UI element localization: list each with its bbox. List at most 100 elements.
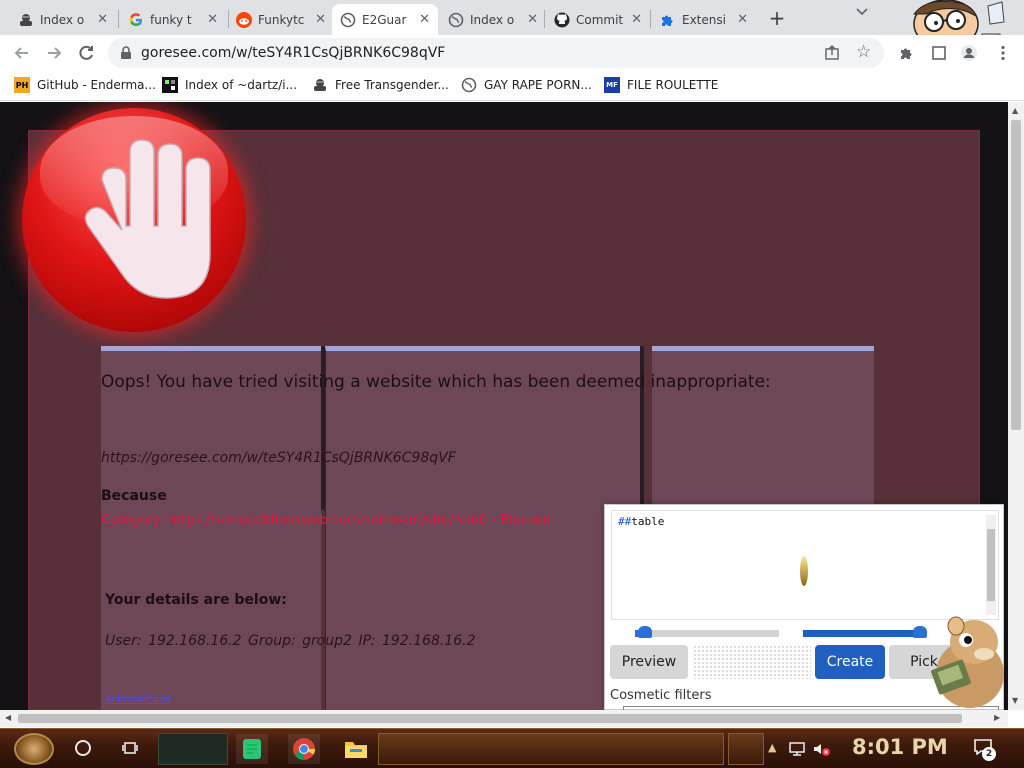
bookmarks-bar: PH GitHub - Enderma... Index of ~dartz/i… [0, 71, 1024, 101]
file-explorer-icon[interactable] [340, 734, 372, 764]
close-tab-icon[interactable]: ✕ [737, 12, 748, 27]
create-button[interactable]: Create [815, 645, 885, 679]
because-label: Because [101, 488, 167, 504]
tab-label: E2Guar [362, 12, 407, 27]
pixel-icon [162, 77, 178, 93]
stop-hand-icon [22, 108, 246, 332]
tab-label: funky t [150, 12, 192, 27]
bookmark-github[interactable]: PH GitHub - Enderma... [14, 77, 156, 93]
mf-icon: MF [604, 77, 620, 93]
scroll-right-icon[interactable]: ▶ [994, 713, 1000, 722]
specificity-slider[interactable] [803, 630, 925, 637]
pin-cursor-icon [800, 556, 808, 586]
preview-button[interactable]: Preview [610, 645, 688, 679]
scroll-left-icon[interactable]: ◀ [5, 713, 11, 722]
dotted-spacer [693, 645, 811, 679]
tab-funkytc[interactable]: Funkytc ✕ [228, 4, 334, 35]
share-icon[interactable] [824, 45, 840, 65]
tab-strip: Index o ✕ funky t ✕ Funkytc ✕ E2Guar ✕ I… [0, 0, 1024, 35]
bookmark-star-icon[interactable]: ☆ [856, 42, 871, 62]
acknowledge-link[interactable]: Acknowledge [105, 694, 171, 705]
bookmark-file-roulette[interactable]: MF FILE ROULETTE [604, 77, 718, 93]
message-card-2 [325, 346, 640, 710]
cosmetic-filters-label: Cosmetic filters [610, 688, 712, 703]
browser-toolbar: goresee.com/w/teSY4R1CsQjBRNK6C98qVF ☆ [0, 35, 1024, 71]
lock-icon[interactable] [120, 46, 132, 64]
task-view-icon[interactable] [122, 741, 138, 755]
windows-taskbar: ▲ 8:01 PM 2 [0, 728, 1024, 768]
close-tab-icon[interactable]: ✕ [97, 12, 108, 27]
scroll-down-icon[interactable]: ▼ [1012, 696, 1018, 705]
bookmark-label: GitHub - Enderma... [37, 78, 156, 92]
bookmark-index-dartz[interactable]: Index of ~dartz/i... [162, 77, 297, 93]
tab-label: Index o [40, 12, 85, 27]
vertical-scroll-thumb[interactable] [1011, 120, 1021, 430]
start-button[interactable] [14, 733, 54, 765]
new-tab-icon[interactable]: + [766, 6, 788, 30]
tab-index-of[interactable]: Index o ✕ [10, 4, 116, 35]
taskbar-slot-empty[interactable] [158, 733, 228, 765]
ph-icon: PH [14, 77, 30, 93]
blocked-url: https://goresee.com/w/teSY4R1CsQjBRNK6C9… [101, 450, 456, 466]
bookmark-label: FILE ROULETTE [627, 78, 719, 92]
bookmark-label: Index of ~dartz/i... [185, 78, 298, 92]
tab-search-chevron-icon[interactable] [855, 6, 869, 21]
reload-icon[interactable] [74, 41, 98, 65]
close-tab-icon[interactable]: ✕ [315, 12, 326, 27]
vertical-scrollbar[interactable]: ▲ ▼ [1008, 102, 1024, 710]
notes-app-icon[interactable] [236, 734, 268, 764]
filter-hash: ## [618, 515, 632, 528]
specificity-slider-knob[interactable] [913, 626, 927, 638]
notification-count-badge: 2 [982, 747, 996, 761]
globe-icon [340, 12, 356, 28]
tab-label: Funkytc [258, 12, 305, 27]
horizontal-scroll-thumb[interactable] [18, 714, 962, 723]
tray-chevron-icon[interactable]: ▲ [768, 741, 776, 754]
reddit-icon [236, 11, 252, 28]
search-circle-icon[interactable] [75, 740, 91, 756]
tab-index-of-2[interactable]: Index o ✕ [440, 4, 546, 35]
close-tab-icon[interactable]: ✕ [527, 12, 538, 27]
spy-icon [312, 77, 328, 93]
scroll-up-icon[interactable]: ▲ [1012, 106, 1018, 115]
bookmark-gay[interactable]: GAY RAPE PORN... [461, 77, 592, 93]
puzzle-icon [660, 12, 676, 28]
horizontal-scrollbar[interactable]: ◀ ▶ [0, 710, 1008, 727]
clock-time[interactable]: 8:01 PM [852, 735, 948, 759]
tab-extensions[interactable]: Extensi ✕ [652, 4, 756, 35]
tab-label: Extensi [682, 12, 726, 27]
profile-icon[interactable] [960, 44, 978, 62]
depth-slider-knob[interactable] [638, 626, 652, 638]
page-title: Oops! You have tried visiting a website … [101, 372, 771, 392]
close-tab-icon[interactable]: ✕ [207, 12, 218, 27]
volume-muted-icon[interactable] [812, 741, 832, 757]
bookmark-label: Free Transgender... [335, 78, 449, 92]
bookmark-free-trans[interactable]: Free Transgender... [312, 77, 449, 93]
forward-arrow-icon[interactable] [42, 41, 66, 65]
filter-text: table [631, 515, 665, 528]
details-heading: Your details are below: [105, 592, 287, 608]
close-tab-icon[interactable]: ✕ [631, 12, 642, 27]
close-tab-icon[interactable]: ✕ [419, 12, 430, 27]
tab-funky[interactable]: funky t ✕ [120, 4, 226, 35]
menu-kebab-icon[interactable] [994, 44, 1012, 62]
depth-slider[interactable] [635, 630, 779, 637]
google-icon [128, 12, 144, 28]
taskbar-decor-pipe-2 [728, 733, 764, 765]
extension-puzzle-icon[interactable] [898, 44, 916, 62]
tab-e2guardian[interactable]: E2Guar ✕ [332, 4, 438, 35]
globe-icon [461, 77, 477, 93]
category-reason: Category: https://someaddressweb.com/som… [101, 513, 552, 528]
network-icon[interactable] [788, 741, 806, 757]
spy-icon [18, 12, 34, 28]
hamster-mascot [931, 616, 1004, 708]
tab-commit[interactable]: Commit ✕ [546, 4, 650, 35]
address-bar[interactable]: goresee.com/w/teSY4R1CsQjBRNK6C98qVF ☆ [108, 38, 884, 68]
globe-icon [448, 12, 464, 28]
chrome-icon[interactable] [288, 734, 320, 764]
tab-label: Commit [576, 12, 624, 27]
taskbar-decor-pipe [378, 733, 724, 765]
reading-list-icon[interactable] [930, 44, 948, 62]
url-text[interactable]: goresee.com/w/teSY4R1CsQjBRNK6C98qVF [141, 45, 445, 61]
back-arrow-icon[interactable] [10, 41, 34, 65]
